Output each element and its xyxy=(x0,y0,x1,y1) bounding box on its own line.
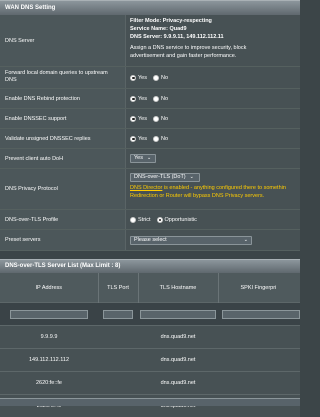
col-spki-fingerprint: SPKI Fingerpri xyxy=(218,273,300,303)
dnssec-no-radio[interactable]: No xyxy=(153,116,168,122)
service-name-label: Service Name: xyxy=(130,26,169,32)
privacy-protocol-row: DNS Privacy Protocol DNS-over-TLS (DoT) ⌄… xyxy=(0,169,300,210)
dns-server-info: Filter Mode: Privacy-respecting Service … xyxy=(126,15,300,66)
preset-servers-value: Please select xyxy=(134,236,167,245)
server-list-table: IP Address TLS Port TLS Hostname SPKI Fi… xyxy=(0,273,300,417)
prevent-doh-label: Prevent client auto DoH xyxy=(0,149,126,168)
server-port xyxy=(98,349,138,372)
forward-queries-label: Forward local domain queries to upstream… xyxy=(0,67,126,88)
server-spki xyxy=(218,349,300,372)
wan-dns-header: WAN DNS Setting xyxy=(0,0,300,15)
service-name-value: Quad9 xyxy=(169,26,186,32)
col-tls-hostname: TLS Hostname xyxy=(138,273,218,303)
privacy-protocol-label: DNS Privacy Protocol xyxy=(0,169,126,209)
privacy-warning: DNS Director is enabled - anything confi… xyxy=(130,184,296,192)
prevent-doh-select[interactable]: Yes ⌄ xyxy=(130,154,156,163)
dnssec-no-label: No xyxy=(161,116,168,122)
server-hostname: dns.quad9.net xyxy=(138,349,218,372)
validate-yes-radio[interactable]: Yes xyxy=(130,136,147,142)
forward-yes-label: Yes xyxy=(138,75,147,81)
dns-server-label: DNS Server xyxy=(0,15,126,66)
tls-port-input[interactable] xyxy=(103,310,133,319)
validate-no-radio[interactable]: No xyxy=(153,136,168,142)
server-ip: 2620:fe::fe xyxy=(0,372,98,395)
validate-unsigned-label: Validate unsigned DNSSEC replies xyxy=(0,129,126,148)
prevent-doh-value: Yes xyxy=(134,154,143,163)
privacy-warning-text-2: Redirection or Router will bypass DNS Pr… xyxy=(130,192,296,200)
forward-queries-label-1: Forward local domain queries to upstream xyxy=(5,70,120,77)
validate-unsigned-row: Validate unsigned DNSSEC replies Yes No xyxy=(0,129,300,149)
tls-hostname-input[interactable] xyxy=(140,310,216,319)
dns-director-link[interactable]: DNS Director xyxy=(130,185,162,191)
table-row: 2620:fe::fe dns.quad9.net xyxy=(0,372,300,395)
opportunistic-label: Opportunistic xyxy=(165,217,197,223)
table-row: 149.112.112.112 dns.quad9.net xyxy=(0,349,300,372)
dns-server-ips-value: 9.9.9.11, 149.112.112.11 xyxy=(164,34,224,40)
rebind-yes-radio[interactable]: Yes xyxy=(130,96,147,102)
forward-no-radio[interactable]: No xyxy=(153,75,168,81)
forward-yes-radio[interactable]: Yes xyxy=(130,75,147,81)
table-header-row: IP Address TLS Port TLS Hostname SPKI Fi… xyxy=(0,273,300,303)
dot-profile-row: DNS-over-TLS Profile Strict Opportunisti… xyxy=(0,210,300,230)
prevent-doh-row: Prevent client auto DoH Yes ⌄ xyxy=(0,149,300,169)
strict-radio[interactable]: Strict xyxy=(130,217,151,223)
strict-label: Strict xyxy=(138,217,151,223)
validate-yes-label: Yes xyxy=(138,136,147,142)
privacy-protocol-select[interactable]: DNS-over-TLS (DoT) ⌄ xyxy=(130,173,200,182)
spacer xyxy=(0,251,300,259)
server-list-header: DNS-over-TLS Server List (Max Limit : 8) xyxy=(0,259,300,273)
forward-queries-row: Forward local domain queries to upstream… xyxy=(0,67,300,89)
server-ip: 149.112.112.112 xyxy=(0,349,98,372)
privacy-warning-text-1: is enabled - anything configured there t… xyxy=(162,185,286,191)
server-hostname: dns.quad9.net xyxy=(138,326,218,349)
preset-servers-label: Preset servers xyxy=(0,230,126,250)
server-port xyxy=(98,326,138,349)
server-ip: 9.9.9.9 xyxy=(0,326,98,349)
filter-mode-label: Filter Mode: xyxy=(130,18,163,24)
server-spki xyxy=(218,372,300,395)
chevron-down-icon: ⌄ xyxy=(147,154,151,163)
table-row: 9.9.9.9 dns.quad9.net xyxy=(0,326,300,349)
dnssec-yes-label: Yes xyxy=(138,116,147,122)
ip-address-input[interactable] xyxy=(10,310,88,319)
preset-servers-select[interactable]: Please select ⌄ xyxy=(130,236,252,245)
spki-fingerprint-input[interactable] xyxy=(222,310,300,319)
dnssec-row: Enable DNSSEC support Yes No xyxy=(0,109,300,129)
forward-queries-label-2: DNS xyxy=(5,77,120,84)
validate-no-label: No xyxy=(161,136,168,142)
privacy-protocol-value: DNS-over-TLS (DoT) xyxy=(134,173,186,182)
dns-description-1: Assign a DNS service to improve security… xyxy=(130,44,296,52)
dnssec-label: Enable DNSSEC support xyxy=(0,109,126,128)
server-hostname: dns.quad9.net xyxy=(138,372,218,395)
preset-servers-row: Preset servers Please select ⌄ xyxy=(0,230,300,251)
dot-profile-label: DNS-over-TLS Profile xyxy=(0,210,126,229)
chevron-down-icon: ⌄ xyxy=(190,173,194,182)
dnssec-yes-radio[interactable]: Yes xyxy=(130,116,147,122)
rebind-no-radio[interactable]: No xyxy=(153,96,168,102)
col-ip-address: IP Address xyxy=(0,273,98,303)
rebind-row: Enable DNS Rebind protection Yes No xyxy=(0,89,300,109)
forward-no-label: No xyxy=(161,75,168,81)
dns-description-2: advertisement and gain faster performanc… xyxy=(130,52,296,60)
opportunistic-radio[interactable]: Opportunistic xyxy=(157,217,197,223)
rebind-label: Enable DNS Rebind protection xyxy=(0,89,126,108)
dns-server-ips-label: DNS Server: xyxy=(130,34,164,40)
server-port xyxy=(98,372,138,395)
add-server-row xyxy=(0,303,300,326)
rebind-no-label: No xyxy=(161,96,168,102)
dns-server-row: DNS Server Filter Mode: Privacy-respecti… xyxy=(0,15,300,67)
server-spki xyxy=(218,326,300,349)
col-tls-port: TLS Port xyxy=(98,273,138,303)
chevron-down-icon: ⌄ xyxy=(244,236,248,245)
rebind-yes-label: Yes xyxy=(138,96,147,102)
filter-mode-value: Privacy-respecting xyxy=(163,18,212,24)
